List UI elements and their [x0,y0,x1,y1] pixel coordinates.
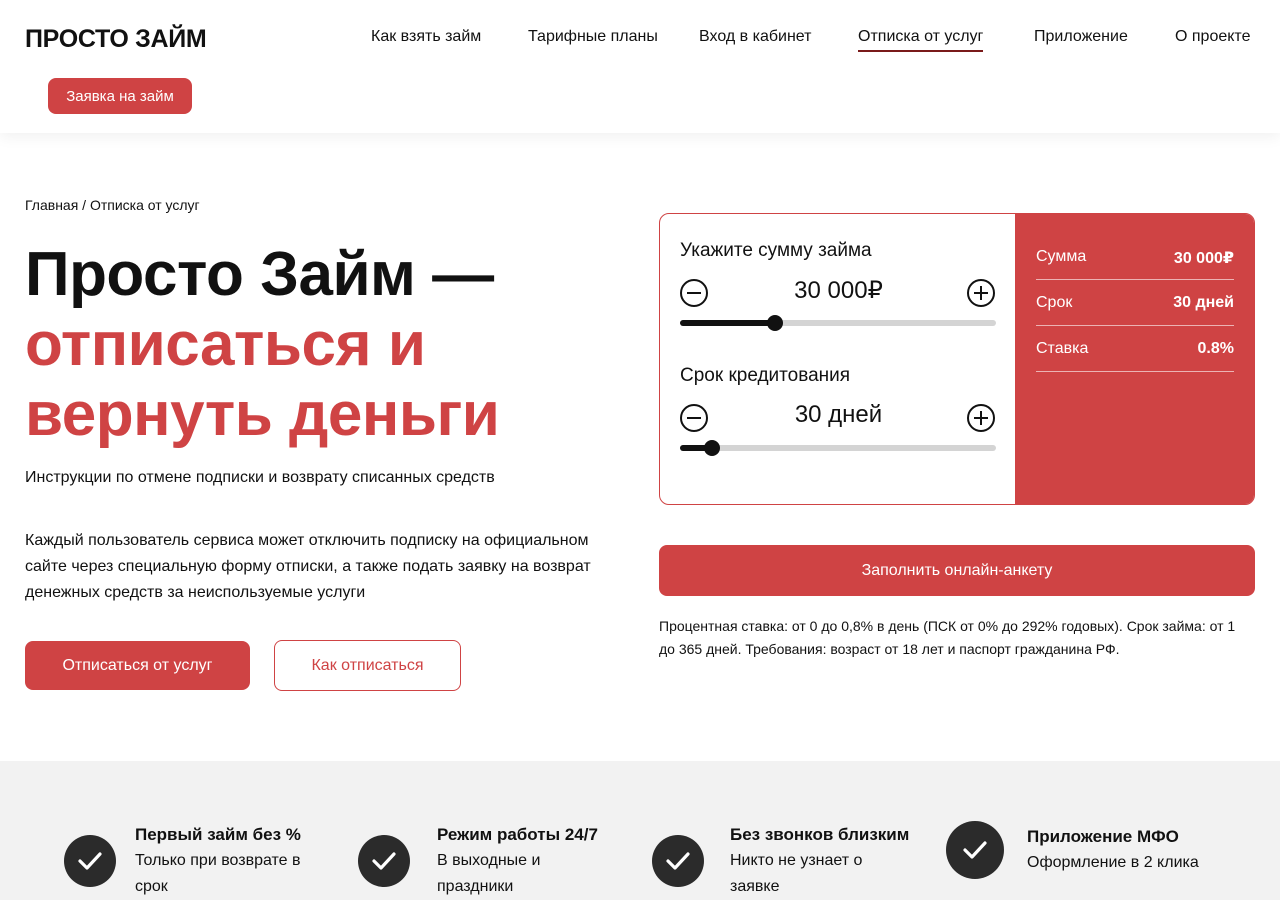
title-line-3: вернуть деньги [25,380,500,449]
term-slider[interactable] [680,440,996,456]
nav-about[interactable]: О проекте [1175,28,1250,50]
term-slider-handle[interactable] [703,440,720,456]
term-label: Срок кредитования [680,365,851,386]
summary-value: 0.8% [1197,340,1234,357]
amount-value: 30 000₽ [794,277,883,304]
feature-title: Режим работы 24/7 [437,825,598,844]
check-icon [64,835,116,887]
nav-login[interactable]: Вход в кабинет [699,28,811,50]
calculator-summary: Сумма 30 000₽ Срок 30 дней Ставка 0.8% [1015,214,1254,504]
how-to-unsubscribe-button[interactable]: Как отписаться [274,640,461,691]
amount-slider-fill [680,320,775,326]
title-line-2: отписаться и [25,310,426,379]
amount-label: Укажите сумму займа [680,240,872,261]
summary-key: Сумма [1036,248,1087,265]
plus-icon [980,286,982,300]
feature-title: Без звонков близким [730,825,910,844]
amount-slider-handle[interactable] [766,315,783,331]
term-decrease-button[interactable] [680,404,708,432]
apply-loan-button[interactable]: Заявка на займ [48,78,192,114]
loan-terms: Процентная ставка: от 0 до 0,8% в день (… [659,618,1236,657]
term-increase-button[interactable] [967,404,995,432]
plus-icon [980,411,982,425]
amount-increase-button[interactable] [967,279,995,307]
feature-text: Никто не узнает о заявке [730,852,863,895]
feature-title: Приложение МФО [1027,827,1179,846]
calculator-controls: Укажите сумму займа 30 000₽ Срок кредито… [660,214,1017,504]
feature-title: Первый займ без % [135,825,301,844]
loan-calculator: Укажите сумму займа 30 000₽ Срок кредито… [659,213,1255,505]
breadcrumb[interactable]: Главная / Отписка от услуг [25,197,200,213]
feature-text: В выходные и праздники [437,852,541,895]
summary-row-term: Срок 30 дней [1036,280,1234,326]
summary-row-amount: Сумма 30 000₽ [1036,234,1234,280]
fill-application-button[interactable]: Заполнить онлайн-анкету [659,545,1255,596]
site-header: ПРОСТО ЗАЙМ Как взять займ Тарифные план… [0,0,1280,133]
feature-text: Оформление в 2 клика [1027,854,1199,871]
nav-tariff-plans[interactable]: Тарифные планы [528,28,658,50]
summary-key: Срок [1036,294,1073,311]
summary-row-rate: Ставка 0.8% [1036,326,1234,372]
term-value: 30 дней [794,401,883,428]
page-description: Каждый пользователь сервиса может отключ… [25,532,591,601]
nav-unsubscribe[interactable]: Отписка от услуг [858,28,984,52]
main-nav: Как взять займ Тарифные планы Вход в каб… [0,28,1280,58]
summary-value: 30 дней [1173,294,1234,311]
page-title: Просто Займ — отписаться и вернуть деньг… [25,240,625,450]
check-icon [652,835,704,887]
check-icon [946,821,1004,879]
title-line-1: Просто Займ — [25,240,494,309]
check-icon [358,835,410,887]
features-bar: Первый займ без % Только при возврате в … [0,761,1280,900]
summary-value: 30 000₽ [1173,250,1234,267]
amount-slider[interactable] [680,315,996,331]
minus-icon [687,292,701,294]
feature-text: Только при возврате в срок [135,852,301,895]
nav-how-to-borrow[interactable]: Как взять займ [371,28,481,50]
amount-decrease-button[interactable] [680,279,708,307]
nav-app[interactable]: Приложение [1034,28,1128,50]
summary-key: Ставка [1036,340,1089,357]
unsubscribe-button[interactable]: Отписаться от услуг [25,641,250,690]
minus-icon [687,417,701,419]
page-subtitle: Инструкции по отмене подписки и возврату… [25,469,495,486]
